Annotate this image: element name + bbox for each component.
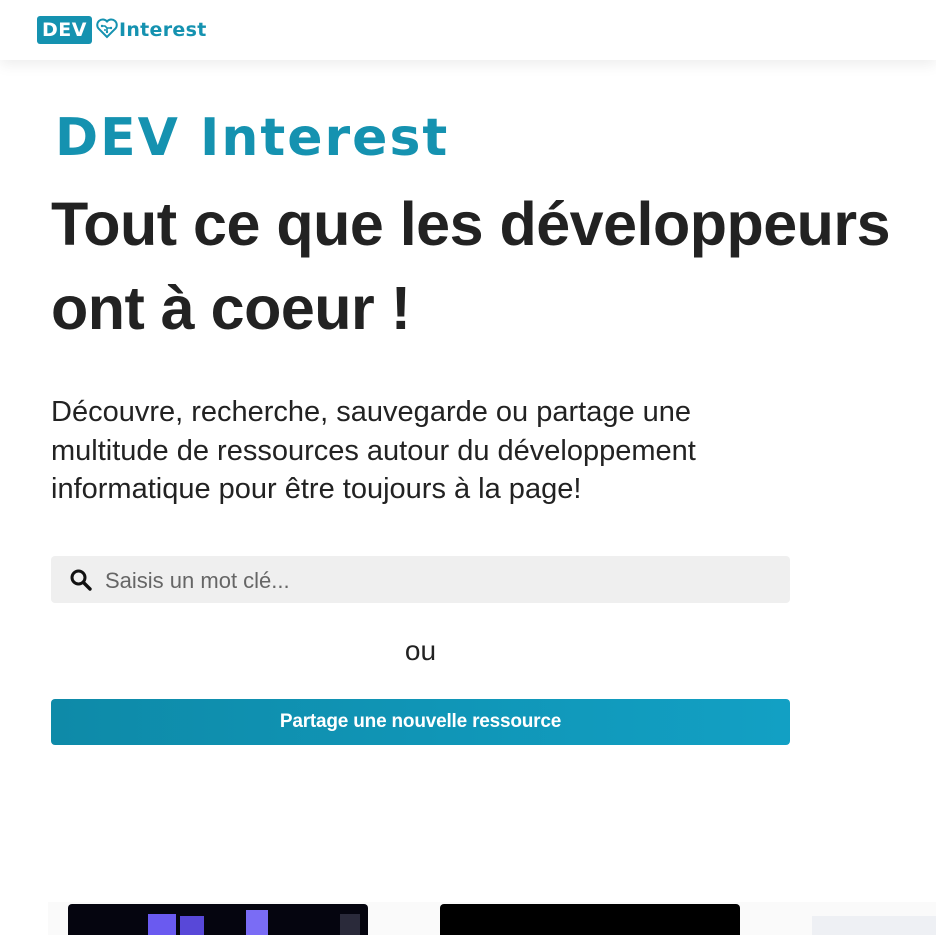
resource-card-thumbnail[interactable] bbox=[68, 904, 368, 935]
resource-card-thumbnail[interactable] bbox=[440, 904, 740, 935]
or-separator: ou bbox=[404, 635, 437, 666]
top-navbar: DEV Interest bbox=[0, 0, 936, 60]
logo-wordmark: Interest bbox=[118, 19, 207, 41]
site-logo[interactable]: DEV Interest bbox=[37, 15, 207, 45]
resource-card-thumbnail[interactable] bbox=[812, 916, 936, 935]
logo-badge: DEV bbox=[37, 16, 92, 44]
hero-headline: Tout ce que les développeurs ont à coeur… bbox=[51, 190, 891, 342]
search-input[interactable] bbox=[103, 556, 787, 605]
hero-brand-title: DEV Interest bbox=[55, 108, 450, 168]
share-resource-button[interactable]: Partage une nouvelle ressource bbox=[51, 699, 790, 745]
heart-circuit-icon bbox=[92, 16, 119, 44]
hero-lead-text: Découvre, recherche, sauvegarde ou parta… bbox=[51, 396, 696, 505]
search-bar[interactable] bbox=[51, 556, 790, 605]
